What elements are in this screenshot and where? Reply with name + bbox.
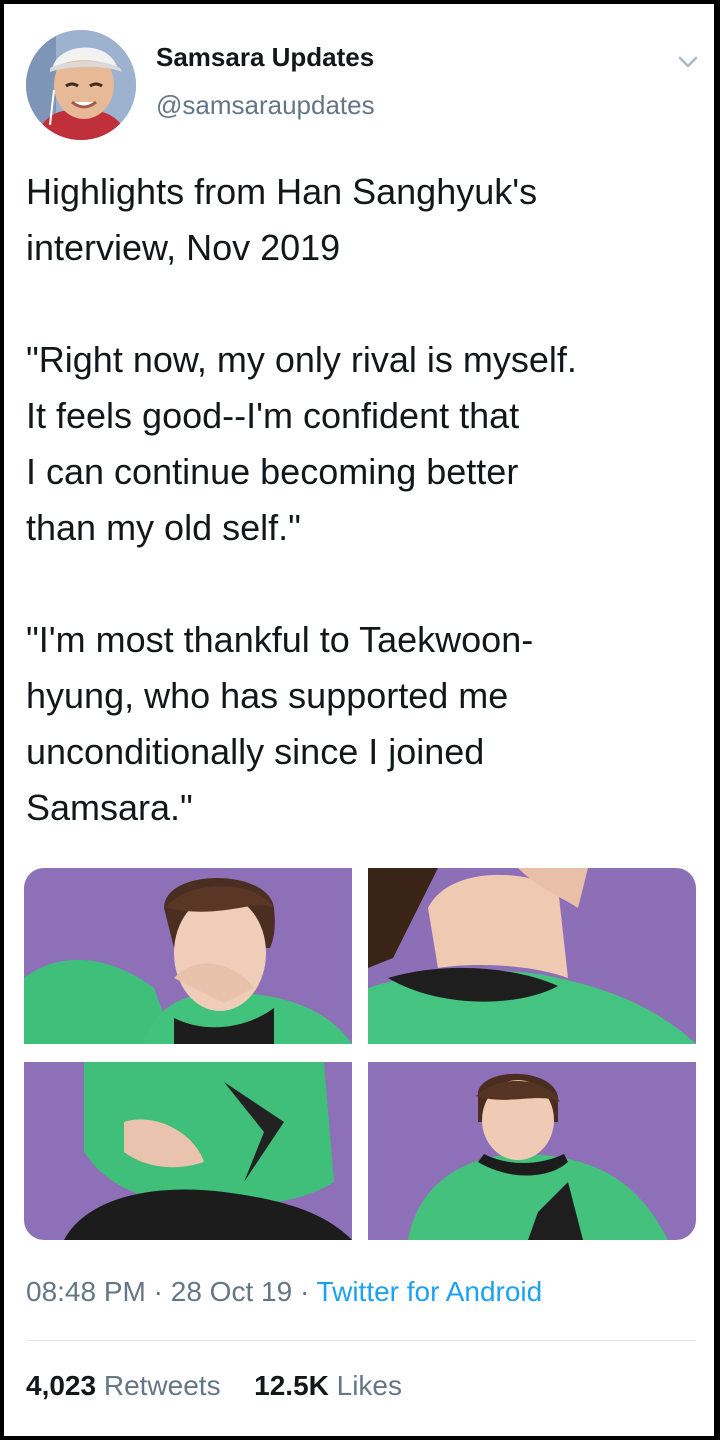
retweets-label: Retweets [103,1370,221,1401]
tweet-time[interactable]: 08:48 PM [26,1276,146,1307]
tweet-text-intro: Highlights from Han Sanghyuk's interview… [26,171,538,268]
photo-3-image [24,1062,352,1240]
tweet-text-quote-2: "I'm most thankful to Taekwoon- hyung, w… [26,619,534,828]
tweet-date[interactable]: 28 Oct 19 [171,1276,292,1307]
tweet-photo-2[interactable] [368,868,696,1044]
tweet-meta: 08:48 PM · 28 Oct 19 · Twitter for Andro… [26,1276,542,1308]
tweet-stats: 4,023 Retweets 12.5K Likes [26,1370,402,1402]
tweet-photo-1[interactable] [24,868,352,1044]
retweets-count: 4,023 [26,1370,97,1401]
tweet-source-link[interactable]: Twitter for Android [317,1276,543,1307]
likes-count: 12.5K [254,1370,329,1401]
photo-1-image [24,868,352,1044]
photo-2-image [368,868,696,1044]
retweets-stat[interactable]: 4,023 Retweets [26,1370,228,1401]
likes-stat[interactable]: 12.5K Likes [254,1370,402,1401]
avatar-image [26,30,136,140]
chevron-down-icon[interactable] [674,48,702,76]
tweet-text-quote-1: "Right now, my only rival is myself. It … [26,339,577,548]
tweet-photo-3[interactable] [24,1062,352,1240]
meta-separator: · [153,1276,163,1307]
likes-label: Likes [336,1370,403,1401]
tweet-photo-4[interactable] [368,1062,696,1240]
author-name[interactable]: Samsara Updates [156,42,374,73]
photo-4-image [368,1062,696,1240]
tweet-text: Highlights from Han Sanghyuk's interview… [26,164,706,836]
tweet-card: Samsara Updates @samsaraupdates Highligh… [4,4,714,1436]
divider [26,1340,696,1341]
author-handle[interactable]: @samsaraupdates [156,90,375,121]
avatar[interactable] [26,30,136,140]
meta-separator: · [299,1276,310,1307]
